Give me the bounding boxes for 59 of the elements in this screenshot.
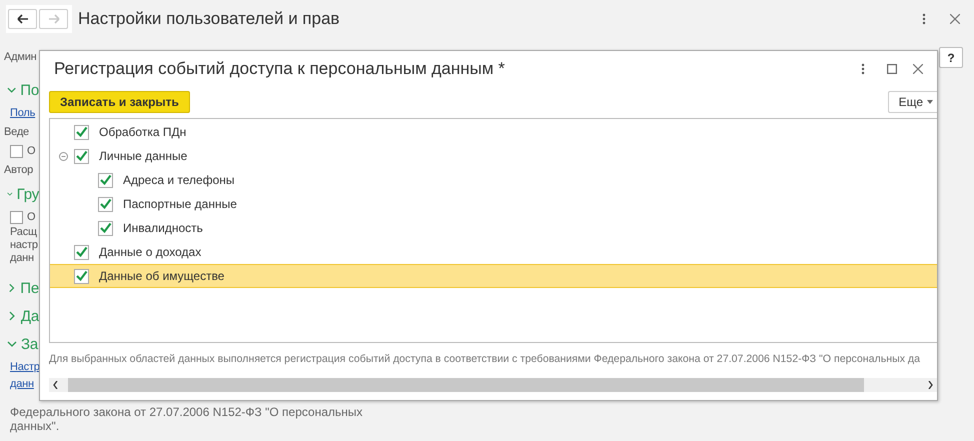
back-button[interactable] <box>8 9 37 29</box>
chevron-icon[interactable] <box>7 283 16 293</box>
checkbox[interactable] <box>10 144 23 158</box>
collapse-icon[interactable] <box>59 152 68 160</box>
settings-link[interactable]: Настр <box>10 358 39 376</box>
description-text: Федерального закона от 27.07.2006 N152-ФЗ "О персональных <box>10 405 364 419</box>
close-icon[interactable] <box>913 64 923 74</box>
tree-item-label: Личные данные <box>99 149 188 163</box>
tree-item-label: Инвалидность <box>123 221 203 235</box>
help-button[interactable]: ? <box>939 47 963 68</box>
note-text: Расщ <box>10 226 38 239</box>
checkbox[interactable] <box>98 196 113 212</box>
more-icon[interactable] <box>861 63 865 75</box>
chevron-icon[interactable] <box>7 339 17 349</box>
checkbox[interactable] <box>10 210 23 224</box>
caret-icon <box>927 100 933 104</box>
checkbox[interactable] <box>74 148 89 164</box>
horizontal-scrollbar[interactable] <box>49 378 937 392</box>
settings-link[interactable]: Поль <box>10 104 39 122</box>
tree-row[interactable]: Инвалидность <box>50 216 937 240</box>
checkbox[interactable] <box>74 268 89 284</box>
tree-row[interactable]: Обработка ПДн <box>50 120 937 144</box>
more-button[interactable]: Еще <box>888 91 937 113</box>
tree-item-label: Паспортные данные <box>123 197 237 211</box>
note-text: настр <box>10 239 39 252</box>
window-title: Настройки пользователей и прав <box>78 9 341 29</box>
arrow-right-icon <box>48 14 60 24</box>
field-label: Автор <box>4 163 34 178</box>
close-icon[interactable] <box>950 14 960 24</box>
tree-row[interactable]: Данные о доходах <box>50 240 937 264</box>
scroll-right-icon[interactable] <box>928 381 933 389</box>
tree-row[interactable]: Паспортные данные <box>50 192 937 216</box>
note-text: данн <box>10 252 35 265</box>
more-icon[interactable] <box>922 13 926 25</box>
checkbox[interactable] <box>74 244 89 260</box>
arrow-left-icon <box>16 14 28 24</box>
checkbox[interactable] <box>98 220 113 236</box>
settings-link[interactable]: данн <box>10 376 39 392</box>
description-text: данных". <box>10 419 60 433</box>
maximize-icon[interactable] <box>887 64 897 74</box>
checkbox-label: О <box>27 145 36 157</box>
field-label: Админ <box>4 50 38 65</box>
tree-row[interactable]: Адреса и телефоны <box>50 168 937 192</box>
checkbox[interactable] <box>98 172 113 188</box>
tree-item-label: Адреса и телефоны <box>123 173 235 187</box>
tree-item-label: Обработка ПДн <box>99 125 186 139</box>
dialog-title: Регистрация событий доступа к персональным данным * <box>54 59 506 79</box>
tree-item-label: Данные о доходах <box>99 245 202 259</box>
chevron-icon[interactable] <box>7 85 16 95</box>
save-and-close-button[interactable]: Записать и закрыть <box>49 91 190 113</box>
tree-row[interactable]: Данные об имуществе <box>50 264 937 288</box>
tree-item-label: Данные об имуществе <box>99 269 224 283</box>
checkbox-label: О <box>27 211 36 223</box>
field-label: Веде <box>4 125 30 140</box>
chevron-icon[interactable] <box>7 311 17 321</box>
checkbox[interactable] <box>74 124 89 140</box>
scroll-left-icon[interactable] <box>53 381 58 389</box>
tree-row[interactable]: Личные данные <box>50 144 937 168</box>
description-text: Для выбранных областей данных выполняется регистрация событий доступа в соответствии с требованиями Федерального закона от 27.07.2006 N152-ФЗ "О персональных да <box>48 352 922 367</box>
